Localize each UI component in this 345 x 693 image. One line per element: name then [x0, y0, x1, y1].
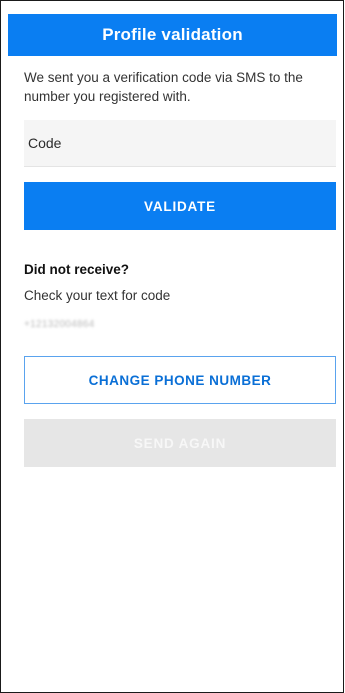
intro-message: We sent you a verification code via SMS … — [24, 70, 303, 104]
app-frame: Profile validation We sent you a verific… — [0, 0, 344, 693]
check-text-instruction: Check your text for code — [24, 288, 171, 303]
registered-phone-number: +12132004864 — [24, 319, 95, 330]
header-bar: Profile validation — [8, 14, 337, 56]
code-input[interactable] — [24, 120, 336, 167]
validate-button[interactable]: VALIDATE — [24, 182, 336, 230]
not-received-heading: Did not receive? — [24, 262, 130, 277]
send-again-button[interactable]: SEND AGAIN — [24, 419, 336, 467]
change-phone-number-button[interactable]: CHANGE PHONE NUMBER — [24, 356, 336, 404]
page-title: Profile validation — [102, 25, 243, 44]
